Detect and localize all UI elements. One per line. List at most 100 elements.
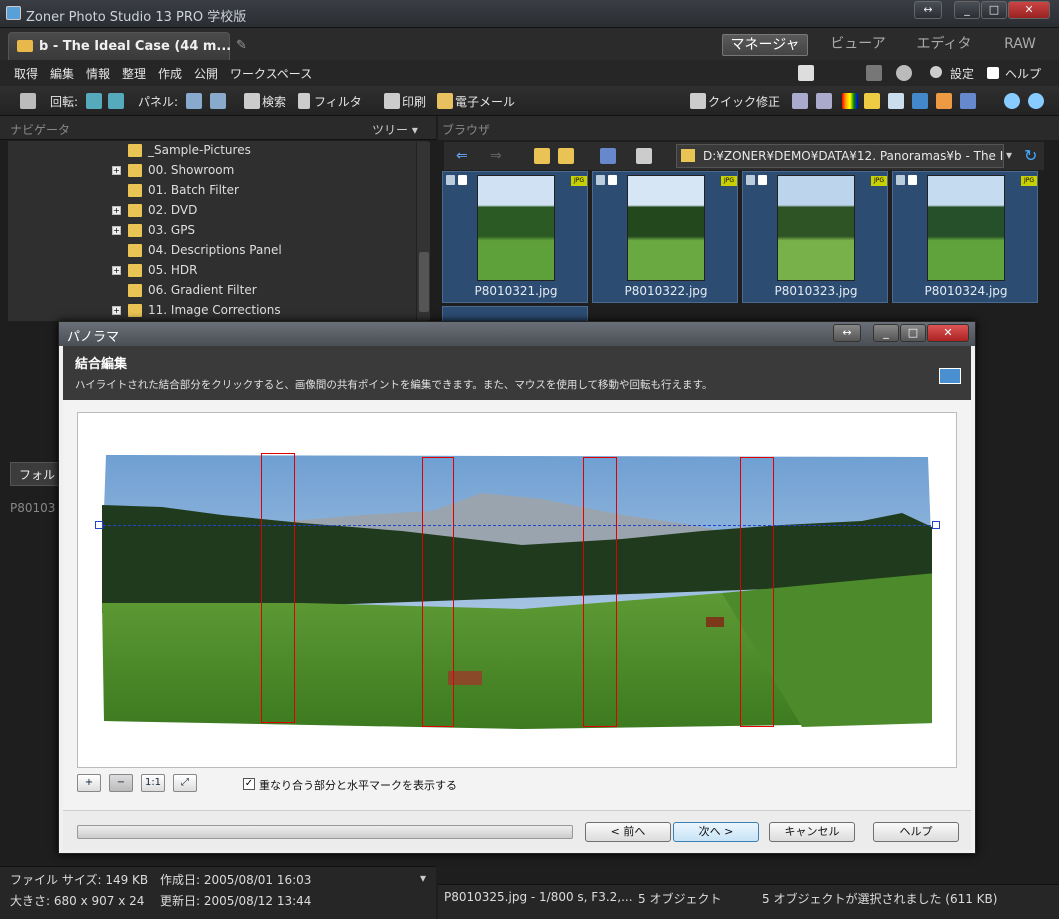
dialog-resize-button[interactable]: ↔ xyxy=(833,324,861,342)
menu-edit[interactable]: 編集 xyxy=(50,65,74,82)
seam-marker-2[interactable] xyxy=(422,457,454,727)
expand-icon[interactable]: + xyxy=(112,306,121,315)
levels-icon[interactable] xyxy=(792,93,808,109)
show-overlap-checkbox[interactable]: ✓ xyxy=(243,778,255,790)
dialog-close-button[interactable]: ✕ xyxy=(927,324,969,342)
panel-toggle-icon[interactable] xyxy=(186,93,202,109)
tree-item[interactable]: +00. Showroom xyxy=(8,161,418,181)
thumbnail[interactable]: JPG P8010323.jpg xyxy=(742,171,888,303)
mode-manager[interactable]: マネージャ xyxy=(722,34,808,56)
bulb-icon[interactable] xyxy=(864,93,880,109)
zoom-out-icon[interactable] xyxy=(1028,93,1044,109)
tree-item[interactable]: 06. Gradient Filter xyxy=(8,281,418,301)
batch-icon[interactable] xyxy=(960,93,976,109)
menu-create[interactable]: 作成 xyxy=(158,65,182,82)
thumbnail[interactable]: JPG P8010322.jpg xyxy=(592,171,738,303)
straighten-icon[interactable] xyxy=(912,93,928,109)
restore-layout-button[interactable]: ↔ xyxy=(914,1,942,19)
tree-item[interactable]: +02. DVD xyxy=(8,201,418,221)
curves-icon[interactable] xyxy=(816,93,832,109)
path-field[interactable]: D:¥ZONER¥DEMO¥DATA¥12. Panoramas¥b - The… xyxy=(676,144,1004,168)
menu-acquire[interactable]: 取得 xyxy=(14,65,38,82)
document-tab[interactable]: b - The Ideal Case (44 m... xyxy=(8,32,231,60)
tree-item[interactable]: 04. Descriptions Panel xyxy=(8,241,418,261)
mode-raw[interactable]: RAW xyxy=(988,34,1052,56)
view-mode-icon[interactable] xyxy=(636,148,652,164)
info-dropdown-icon[interactable]: ▾ xyxy=(420,871,426,885)
tree-scrollbar[interactable] xyxy=(416,142,430,320)
seam-marker-1[interactable] xyxy=(261,453,295,723)
color-icon[interactable] xyxy=(842,93,858,109)
zoom-in-button[interactable]: + xyxy=(77,774,101,792)
rename-tab-icon[interactable]: ✎ xyxy=(236,38,250,53)
thumbnail-partial[interactable] xyxy=(442,306,588,322)
next-button[interactable]: 次へ > xyxy=(673,822,759,842)
horizon-handle-right[interactable] xyxy=(932,521,940,529)
tree-item[interactable]: _Sample-Pictures xyxy=(8,141,418,161)
seam-marker-3[interactable] xyxy=(583,457,617,727)
dialog-minimize-button[interactable]: _ xyxy=(873,324,899,342)
menu-publish[interactable]: 公開 xyxy=(194,65,218,82)
seam-marker-4[interactable] xyxy=(740,457,774,727)
badge-icon[interactable] xyxy=(866,65,882,81)
close-button[interactable]: ✕ xyxy=(1008,1,1050,19)
forward-arrow-icon[interactable]: ⇒ xyxy=(490,148,502,164)
dialog-footer: < 前へ 次へ > キャンセル ヘルプ xyxy=(63,810,971,850)
tree-scroll-thumb[interactable] xyxy=(419,252,429,312)
menu-info[interactable]: 情報 xyxy=(86,65,110,82)
settings-menu[interactable]: 設定 xyxy=(950,65,974,82)
tree-item[interactable]: 01. Batch Filter xyxy=(8,181,418,201)
minimize-button[interactable]: _ xyxy=(954,1,980,19)
tree-item[interactable]: +11. Image Corrections xyxy=(8,301,418,321)
tree-view-button[interactable]: ツリー ▾ xyxy=(372,121,418,138)
quick-fix-button[interactable]: クイック修正 xyxy=(708,93,780,110)
sort-icon[interactable] xyxy=(600,148,616,164)
expand-icon[interactable]: + xyxy=(112,226,121,235)
email-icon xyxy=(437,93,453,109)
step-description: ハイライトされた結合部分をクリックすると、画像間の共有ポイントを編集できます。ま… xyxy=(75,379,713,391)
help-menu[interactable]: ヘルプ xyxy=(1005,65,1041,82)
fit-window-button[interactable]: ⤢ xyxy=(173,774,197,792)
filter-button[interactable]: フィルタ xyxy=(314,93,362,110)
horizon-line[interactable] xyxy=(98,525,936,526)
sharpen-icon[interactable] xyxy=(888,93,904,109)
panorama-canvas[interactable] xyxy=(77,412,957,768)
effects-icon[interactable] xyxy=(936,93,952,109)
menu-workspace[interactable]: ワークスペース xyxy=(230,65,312,82)
tree-item[interactable]: +05. HDR xyxy=(8,261,418,281)
back-button[interactable]: < 前へ xyxy=(585,822,671,842)
folder-up-icon[interactable] xyxy=(534,148,550,164)
thumbnail[interactable]: JPG P8010324.jpg xyxy=(892,171,1038,303)
camera-icon[interactable] xyxy=(20,93,36,109)
expand-icon[interactable]: + xyxy=(112,266,121,275)
dialog-maximize-button[interactable]: □ xyxy=(900,324,926,342)
screen-icon[interactable] xyxy=(798,65,814,81)
zoom-in-icon[interactable] xyxy=(1004,93,1020,109)
rotate-right-icon[interactable] xyxy=(108,93,124,109)
zoom-out-button[interactable]: − xyxy=(109,774,133,792)
horizon-handle-left[interactable] xyxy=(95,521,103,529)
path-dropdown-icon[interactable]: ▾ xyxy=(1006,148,1012,162)
refresh-icon[interactable]: ↻ xyxy=(1024,146,1037,165)
help-button[interactable]: ヘルプ xyxy=(873,822,959,842)
camera-badge-icon xyxy=(446,175,455,185)
mode-editor[interactable]: エディタ xyxy=(904,34,984,56)
actual-size-button[interactable]: 1:1 xyxy=(141,774,165,792)
menu-organize[interactable]: 整理 xyxy=(122,65,146,82)
search-button[interactable]: 検索 xyxy=(262,93,286,110)
cancel-button[interactable]: キャンセル xyxy=(769,822,855,842)
rotate-left-icon[interactable] xyxy=(86,93,102,109)
panel-info-icon[interactable] xyxy=(210,93,226,109)
mode-viewer[interactable]: ビューア xyxy=(818,34,898,56)
tree-item[interactable]: +03. GPS xyxy=(8,221,418,241)
favorites-icon[interactable] xyxy=(558,148,574,164)
maximize-button[interactable]: □ xyxy=(981,1,1007,19)
expand-icon[interactable]: + xyxy=(112,166,121,175)
panorama-image[interactable] xyxy=(102,453,932,731)
thumbnail[interactable]: JPG P8010321.jpg xyxy=(442,171,588,303)
print-button[interactable]: 印刷 xyxy=(402,93,426,110)
email-button[interactable]: 電子メール xyxy=(455,93,515,110)
user-icon[interactable] xyxy=(896,65,912,81)
expand-icon[interactable]: + xyxy=(112,206,121,215)
back-arrow-icon[interactable]: ⇐ xyxy=(456,148,468,164)
